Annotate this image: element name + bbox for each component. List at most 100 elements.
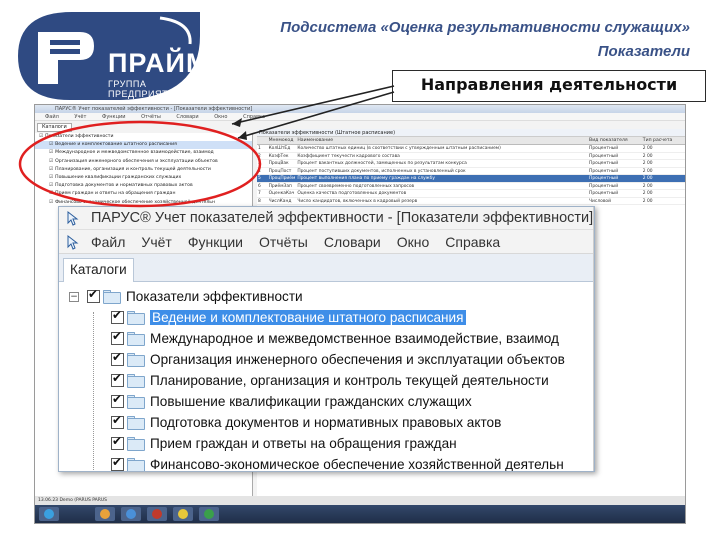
checkbox[interactable] [111, 308, 124, 324]
bg-table-row[interactable]: 8 ЧислКанд Число кандидатов, включенных в … [257, 198, 685, 206]
taskbar-app-icon[interactable] [173, 507, 193, 521]
bg-tree-item[interactable]: Повышение квалификации гражданских служа… [35, 174, 252, 182]
menu-window[interactable]: Окно [397, 234, 430, 250]
bg-tree-root[interactable]: Показатели эффективности [35, 133, 252, 141]
checkbox[interactable] [111, 455, 124, 471]
bg-tree-item[interactable]: Ведение и комплектование штатного распис… [35, 141, 252, 150]
logo-subtitle: ГРУППА ПРЕДПРИЯТИЙ [108, 79, 182, 99]
tree-node-label: Прием граждан и ответы на обращения граж… [150, 436, 457, 451]
tree-node[interactable]: Международное и межведомственное взаимод… [59, 328, 594, 349]
bg-col-header[interactable]: Наименование [297, 137, 589, 144]
tree-node[interactable]: Планирование, организация и контроль тек… [59, 370, 594, 391]
bg-col-header[interactable]: Мнемокод [269, 137, 298, 144]
bg-title-doc: Показатели эффективности [175, 106, 251, 112]
checkbox[interactable] [111, 434, 124, 450]
bg-table-cell: Коэффициент текучести кадрового состава [297, 153, 400, 159]
tree-node[interactable]: Подготовка документов и нормативных прав… [59, 412, 594, 433]
bg-table-row[interactable]: 7 ОценкаКач Оценка качества подготовленных… [257, 190, 685, 198]
bg-col-header[interactable]: Тип расчета [643, 137, 685, 144]
taskbar-app-icon[interactable] [147, 507, 167, 521]
bg-table-row[interactable]: 2 КоэфТек Коэффициент текучести кадрового … [257, 153, 685, 161]
checkbox[interactable] [111, 350, 124, 366]
tree-node[interactable]: Повышение квалификации гражданских служа… [59, 391, 594, 412]
bg-menu-file[interactable]: Файл [45, 114, 59, 120]
bg-tree-item[interactable]: Планирование, организация и контроль тек… [35, 166, 252, 174]
bg-tab-catalogs[interactable]: Каталоги [37, 123, 72, 132]
bg-menu-reports[interactable]: Отчёты [141, 114, 161, 120]
bg-table-cell: 2 00 [642, 161, 653, 167]
folder-icon [127, 373, 145, 388]
bg-table-row[interactable]: 4 ПроцПост Процент поступивших документов,… [257, 168, 685, 176]
folder-icon [127, 457, 145, 471]
folder-icon [127, 394, 145, 409]
bg-col-header[interactable]: Вид показателя [589, 137, 643, 144]
bg-title-text: ПАРУС® Учет показателей эффективности [55, 106, 169, 112]
menu-reports[interactable]: Отчёты [259, 234, 308, 250]
bg-table-cell: Процентный [589, 191, 619, 197]
checkbox[interactable] [111, 413, 124, 429]
bg-table-cell: Оценка качества подготовленных документо… [297, 191, 407, 197]
bg-table-cell: ЧислКанд [268, 198, 292, 204]
bg-table-cell: Числовой [589, 198, 611, 204]
bg-tree-item[interactable]: Организация инженерного обеспечения и эк… [35, 158, 252, 166]
window-edge [593, 207, 594, 471]
slide-title: Подсистема «Оценка результативности служ… [240, 16, 690, 64]
menu-accounting[interactable]: Учёт [141, 234, 171, 250]
taskbar [35, 505, 685, 523]
taskbar-app-icon[interactable] [121, 507, 141, 521]
bg-table-row[interactable]: 6 ПриёмЗап Процент своевременно подготовле… [257, 183, 685, 191]
bg-statusbar: 13.06.23 Demo (PARUS PARUS [35, 496, 685, 505]
menubar: Файл Учёт Функции Отчёты Словари Окно Сп… [59, 230, 594, 254]
tree-node[interactable]: Ведение и комплектование штатного распис… [59, 307, 594, 328]
menu-functions[interactable]: Функции [188, 234, 243, 250]
bg-tree-item[interactable]: Международное и межведомственное взаимод… [35, 149, 252, 157]
bg-table-cell: Процентный [589, 153, 619, 159]
tree-node[interactable]: Финансово-экономическое обеспечение хозя… [59, 454, 594, 471]
tab-catalogs[interactable]: Каталоги [63, 258, 134, 282]
folder-icon [127, 436, 145, 451]
bg-table-cell: 2 00 [642, 198, 653, 204]
bg-table-cell: Процент вакантных должностей, замещенных… [297, 161, 467, 167]
bg-menu-dictionaries[interactable]: Словари [176, 114, 198, 120]
bg-menu-help[interactable]: Справка [243, 114, 265, 120]
tree-node[interactable]: Организация инженерного обеспечения и эк… [59, 349, 594, 370]
bg-tree-item[interactable]: Прием граждан и ответы на обращения граж… [35, 190, 252, 198]
bg-menu-window[interactable]: Окно [214, 114, 227, 120]
tree-node-root[interactable]: − Показатели эффективности [59, 286, 594, 307]
bg-grid-title: Показатели эффективности (Штатное распис… [257, 129, 685, 137]
collapse-toggle-icon[interactable]: − [69, 291, 79, 302]
catalog-tree: − Показатели эффективности Ведение и ком… [59, 282, 594, 471]
checkbox[interactable] [111, 329, 124, 345]
bg-tree-item[interactable]: Подготовка документов и нормативных прав… [35, 182, 252, 190]
checkbox[interactable] [111, 392, 124, 408]
prime-logo: ПРАЙМ ГРУППА ПРЕДПРИЯТИЙ [10, 6, 210, 106]
bg-grid-rows: 1 КолШтЕд Количество штатных единиц (в соо… [257, 145, 685, 206]
tree-node-label: Повышение квалификации гражданских служа… [150, 394, 472, 409]
menu-file[interactable]: Файл [91, 234, 125, 250]
folder-icon [127, 310, 145, 325]
checkbox[interactable] [111, 371, 124, 387]
bg-col-header[interactable] [257, 137, 269, 144]
bg-table-cell: 1 [258, 146, 261, 151]
bg-menu-accounting[interactable]: Учёт [74, 114, 86, 120]
taskbar-app-icon[interactable] [95, 507, 115, 521]
bg-table-cell: 2 00 [642, 168, 653, 174]
bg-table-cell: ОценкаКач [268, 191, 295, 197]
bg-table-row[interactable]: 3 ПроцВак Процент вакантных должностей, за… [257, 160, 685, 168]
bg-table-cell: ПроцПост [268, 168, 292, 174]
tree-node-label: Организация инженерного обеспечения и эк… [150, 352, 565, 367]
bg-table-cell: Число кандидатов, включенных в кадровый … [297, 198, 418, 204]
checkbox[interactable] [87, 287, 100, 303]
menu-help[interactable]: Справка [445, 234, 500, 250]
bg-table-row[interactable]: 5 ПроцПриём Процент выполнения плана по пр… [257, 175, 685, 183]
taskbar-app-icon[interactable] [199, 507, 219, 521]
menu-dictionaries[interactable]: Словари [324, 234, 381, 250]
tree-node-label: Планирование, организация и контроль тек… [150, 373, 549, 388]
bg-menu-functions[interactable]: Функции [102, 114, 125, 120]
start-button[interactable] [39, 507, 59, 521]
tree-node[interactable]: Прием граждан и ответы на обращения граж… [59, 433, 594, 454]
bg-table-cell: Процентный [589, 176, 619, 182]
folder-icon [127, 352, 145, 367]
bg-table-row[interactable]: 1 КолШтЕд Количество штатных единиц (в соо… [257, 145, 685, 153]
bg-table-cell: КолШтЕд [268, 146, 291, 151]
